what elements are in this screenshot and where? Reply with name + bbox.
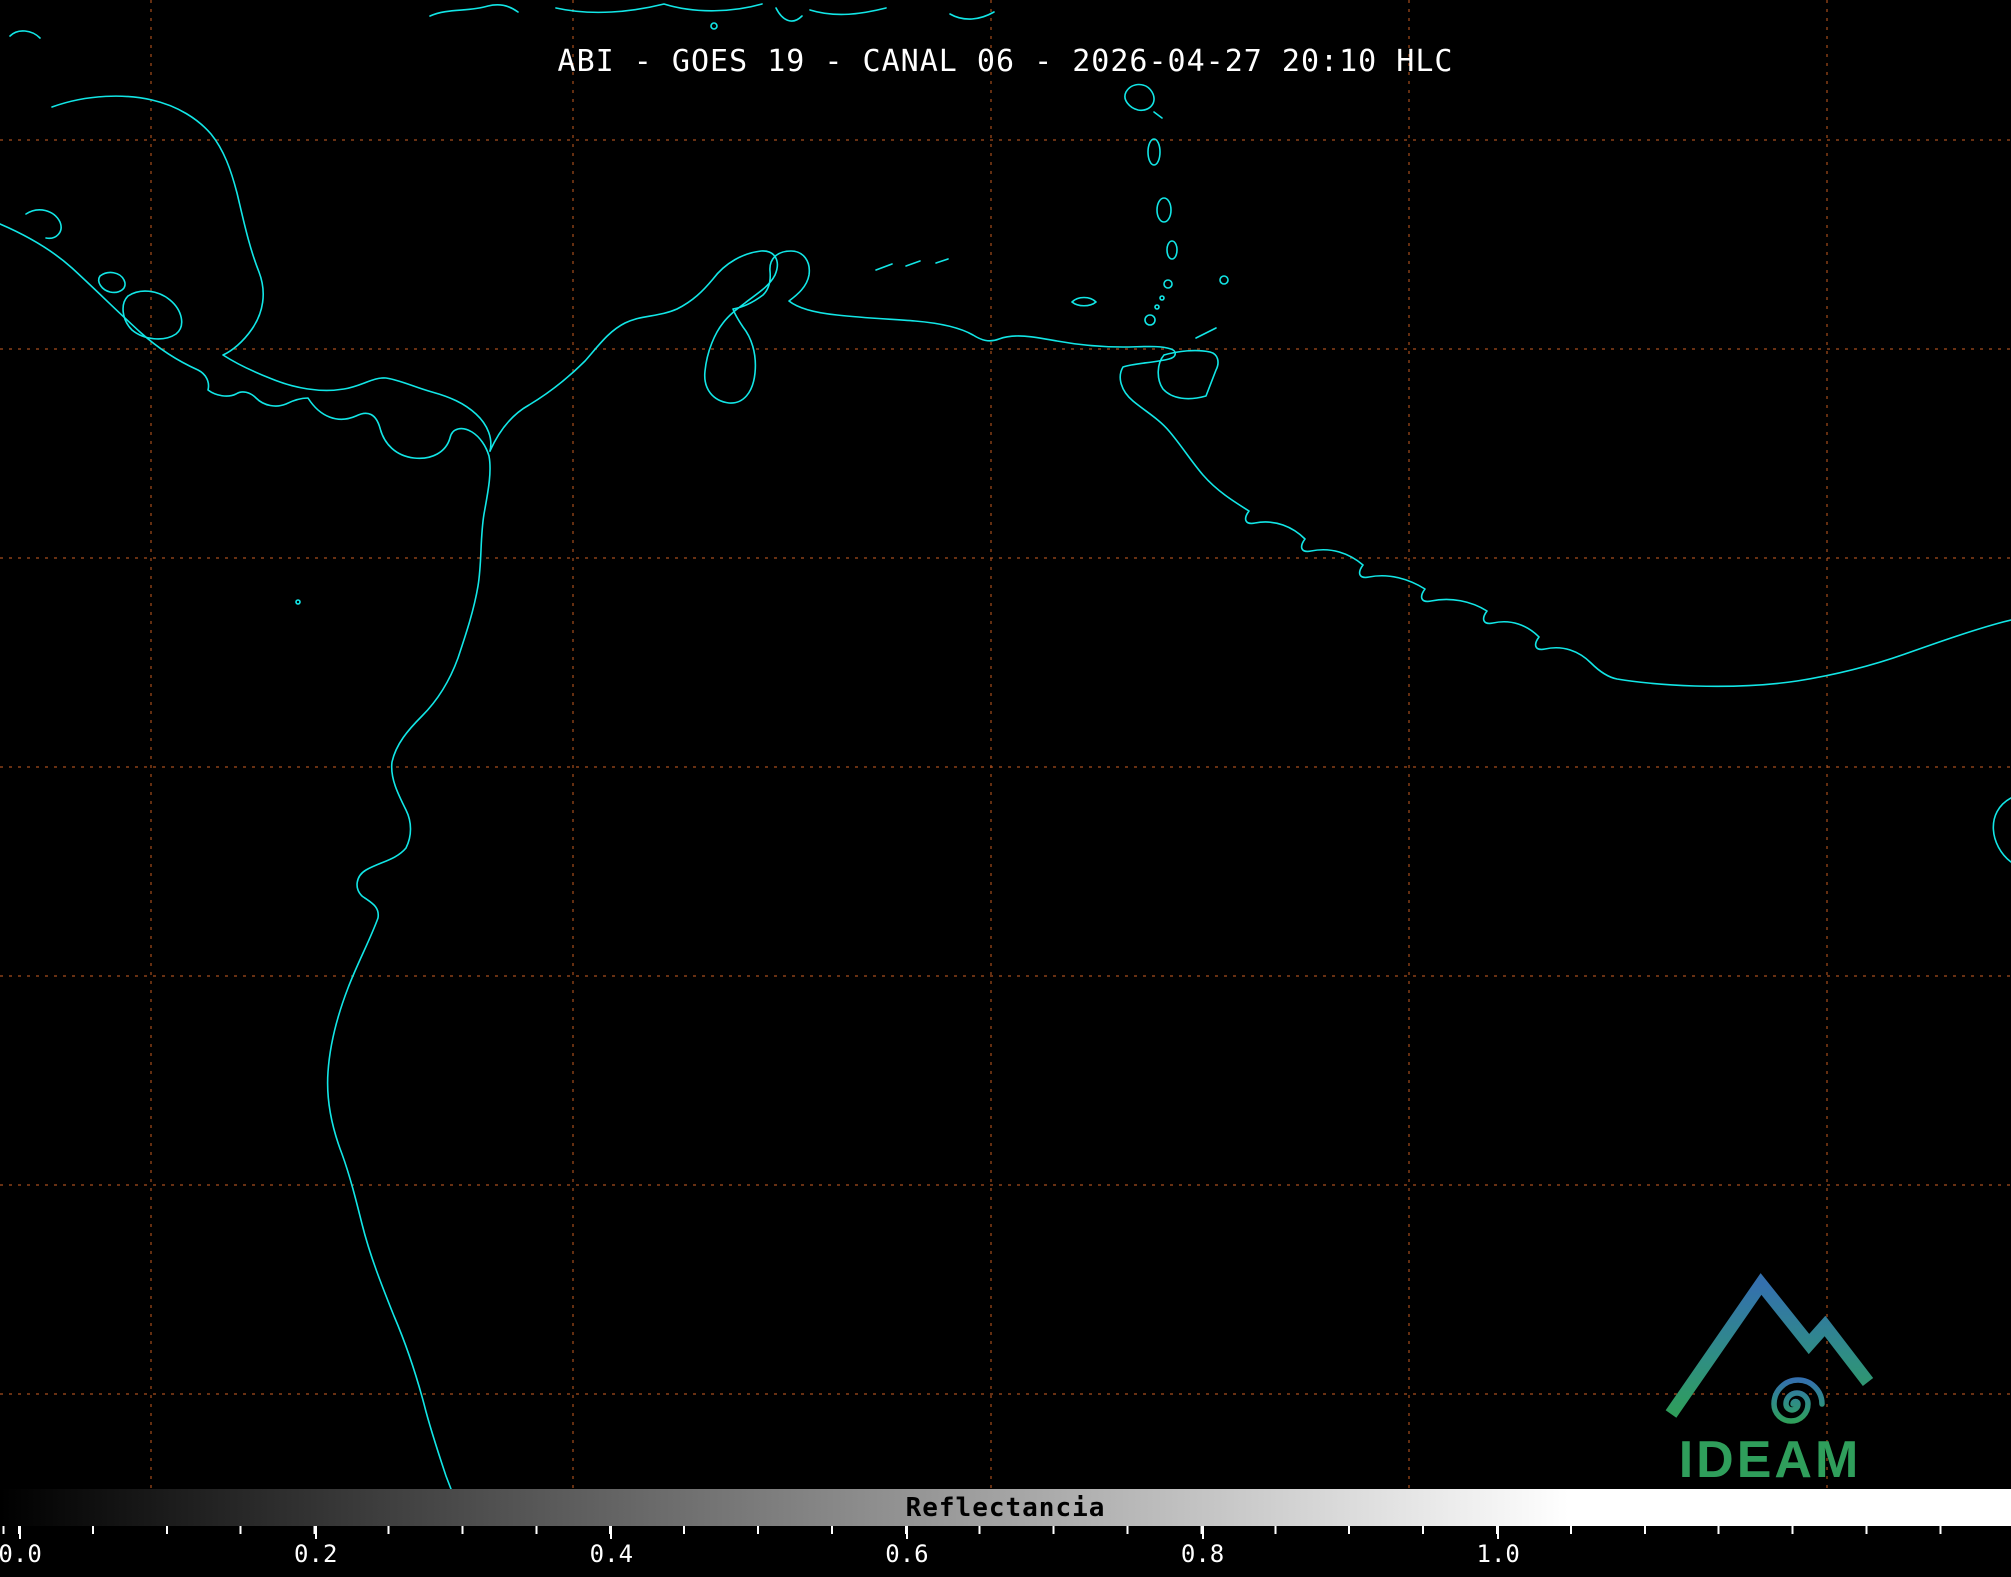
satellite-image-viewport: ABI - GOES 19 - CANAL 06 - 2026-04-27 20… <box>0 0 2011 1577</box>
colorbar-tick-label: 0.8 <box>1180 1540 1225 1568</box>
colorbar-tick-label: 0.6 <box>885 1540 929 1568</box>
colorbar-major-tick <box>610 1526 613 1539</box>
coastline-pacific <box>0 223 491 1489</box>
colorbar-tick-label: 0.2 <box>294 1540 338 1568</box>
image-title: ABI - GOES 19 - CANAL 06 - 2026-04-27 20… <box>557 44 1454 79</box>
coastline-lake-nicaragua <box>122 290 183 340</box>
colorbar-major-tick <box>19 1526 22 1539</box>
colorbar-major-tick <box>905 1526 908 1539</box>
colorbar-tick-label: 1.0 <box>1476 1540 1520 1568</box>
colorbar-minor-ticks <box>0 1526 2011 1534</box>
colorbar-tick-label: 0.4 <box>589 1540 634 1568</box>
colorbar-major-tick <box>1497 1526 1500 1539</box>
ideam-logo: IDEAM <box>1655 1256 1885 1496</box>
coastline-south-america-caribbean <box>489 250 2011 688</box>
coastline-lesser-antilles <box>1124 83 1229 339</box>
ideam-mountain-spiral-icon <box>1665 1273 1873 1424</box>
colorbar-major-tick <box>1201 1526 1204 1539</box>
ideam-logo-text: IDEAM <box>1678 1431 1862 1489</box>
colorbar-tick-label: 0.0 <box>0 1540 42 1568</box>
coastline-trinidad <box>1157 349 1219 400</box>
colorbar-major-tick <box>314 1526 317 1539</box>
